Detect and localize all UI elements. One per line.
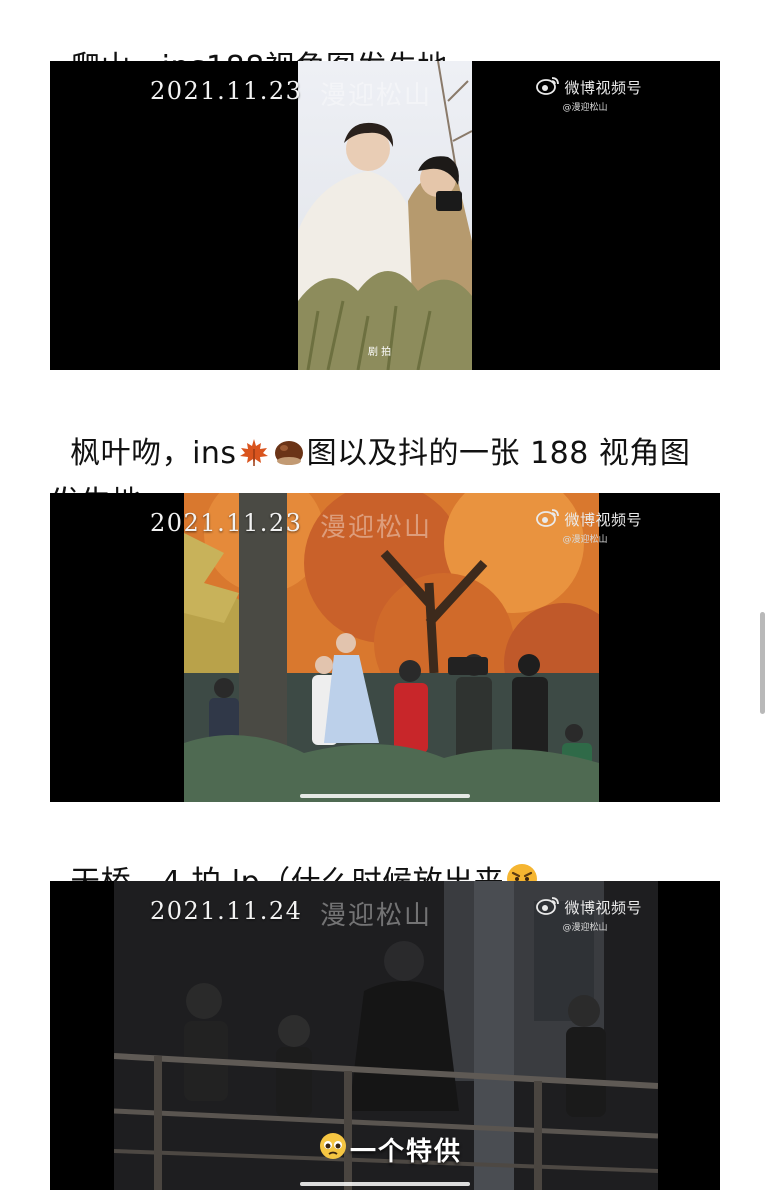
post-1-video-watermark: 漫迎松山 xyxy=(320,81,433,111)
weibo-logo-icon xyxy=(536,895,560,919)
post-2-video-date: 2021.11.23 xyxy=(150,509,303,537)
post-2-brand-handle: @漫迎松山 xyxy=(562,535,608,545)
post-3-brand-handle: @漫迎松山 xyxy=(562,923,608,933)
post-2-video[interactable]: 2021.11.23 漫迎松山 微博视频号 @漫迎松山 xyxy=(50,493,720,802)
post-2-brand-name: 微博视频号 xyxy=(564,510,642,529)
post-1-video[interactable]: 剧 拍 2021.11.23 漫迎松山 微博视频号 @漫迎松山 xyxy=(50,61,720,370)
post-3-brand-name: 微博视频号 xyxy=(564,898,642,917)
post-3-video-watermark: 漫迎松山 xyxy=(320,901,433,931)
video-scrub-handle[interactable] xyxy=(300,794,470,798)
post-2-video-brand: 微博视频号 @漫迎松山 xyxy=(536,507,642,545)
post-1-brand-name: 微博视频号 xyxy=(564,78,642,97)
pleading-face-icon xyxy=(318,1131,348,1168)
post-3-video[interactable]: 2021.11.24 漫迎松山 微博视频号 @漫迎松山 一个特供 xyxy=(50,881,720,1190)
maple-leaf-icon xyxy=(238,435,270,480)
video-scrub-handle[interactable] xyxy=(300,1182,470,1186)
post-1-brand-handle: @漫迎松山 xyxy=(562,103,608,113)
weibo-logo-icon xyxy=(536,75,560,99)
page-scrollbar[interactable] xyxy=(760,612,765,714)
svg-text:剧 拍: 剧 拍 xyxy=(368,345,391,358)
post-1-video-date: 2021.11.23 xyxy=(150,77,303,105)
weibo-logo-icon xyxy=(536,507,560,531)
chestnut-icon xyxy=(272,435,306,480)
post-2-caption-text-a: 枫叶吻，ins xyxy=(70,436,237,471)
post-1-video-brand: 微博视频号 @漫迎松山 xyxy=(536,75,642,113)
post-3-sticker-text: 一个特供 xyxy=(350,1137,463,1167)
post-3-video-sticker: 一个特供 xyxy=(318,1131,462,1168)
post-3-video-date: 2021.11.24 xyxy=(150,897,303,925)
post-2-video-watermark: 漫迎松山 xyxy=(320,513,433,543)
post-3-video-brand: 微博视频号 @漫迎松山 xyxy=(536,895,642,933)
